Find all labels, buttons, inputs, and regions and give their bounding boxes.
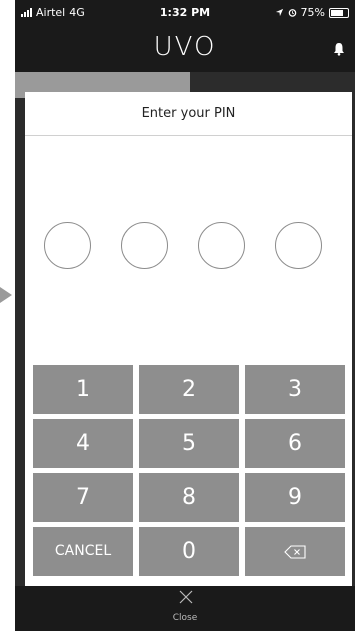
- key-3[interactable]: 3: [245, 365, 345, 414]
- backspace-button[interactable]: [245, 527, 345, 576]
- screen: Airtel 4G 1:32 PM 75% UVO Enter your PIN…: [0, 0, 355, 631]
- key-2[interactable]: 2: [139, 365, 239, 414]
- backspace-icon: [284, 545, 306, 559]
- pin-slot-3: [198, 222, 245, 269]
- pin-slot-2: [121, 222, 168, 269]
- dialog-title: Enter your PIN: [25, 92, 352, 136]
- side-arrow-icon: [0, 287, 12, 303]
- key-5[interactable]: 5: [139, 419, 239, 468]
- key-9[interactable]: 9: [245, 473, 345, 522]
- key-6[interactable]: 6: [245, 419, 345, 468]
- key-1[interactable]: 1: [33, 365, 133, 414]
- battery-percent: 75%: [300, 6, 325, 19]
- alarm-icon: [288, 9, 296, 17]
- key-0[interactable]: 0: [139, 527, 239, 576]
- location-icon: [275, 8, 283, 17]
- key-8[interactable]: 8: [139, 473, 239, 522]
- key-7[interactable]: 7: [33, 473, 133, 522]
- cancel-button[interactable]: CANCEL: [33, 527, 133, 576]
- pin-slot-1: [44, 222, 91, 269]
- battery-icon: [329, 7, 349, 18]
- status-bar: Airtel 4G 1:32 PM 75%: [15, 0, 355, 26]
- notification-bell-icon[interactable]: [333, 42, 345, 56]
- close-button[interactable]: Close: [15, 586, 355, 631]
- close-icon: [179, 590, 193, 604]
- status-icons: 75%: [275, 6, 349, 19]
- phone-screen: Airtel 4G 1:32 PM 75% UVO Enter your PIN…: [15, 0, 355, 631]
- app-header: UVO: [15, 26, 355, 72]
- pin-dialog: Enter your PIN 1 2 3 4 5 6 7 8 9 CANCEL …: [25, 92, 352, 586]
- pin-indicator-row: [25, 222, 352, 270]
- numeric-keypad: 1 2 3 4 5 6 7 8 9 CANCEL 0: [33, 365, 345, 576]
- key-4[interactable]: 4: [33, 419, 133, 468]
- pin-slot-4: [275, 222, 322, 269]
- close-label: Close: [172, 613, 198, 623]
- app-logo: UVO: [153, 32, 217, 62]
